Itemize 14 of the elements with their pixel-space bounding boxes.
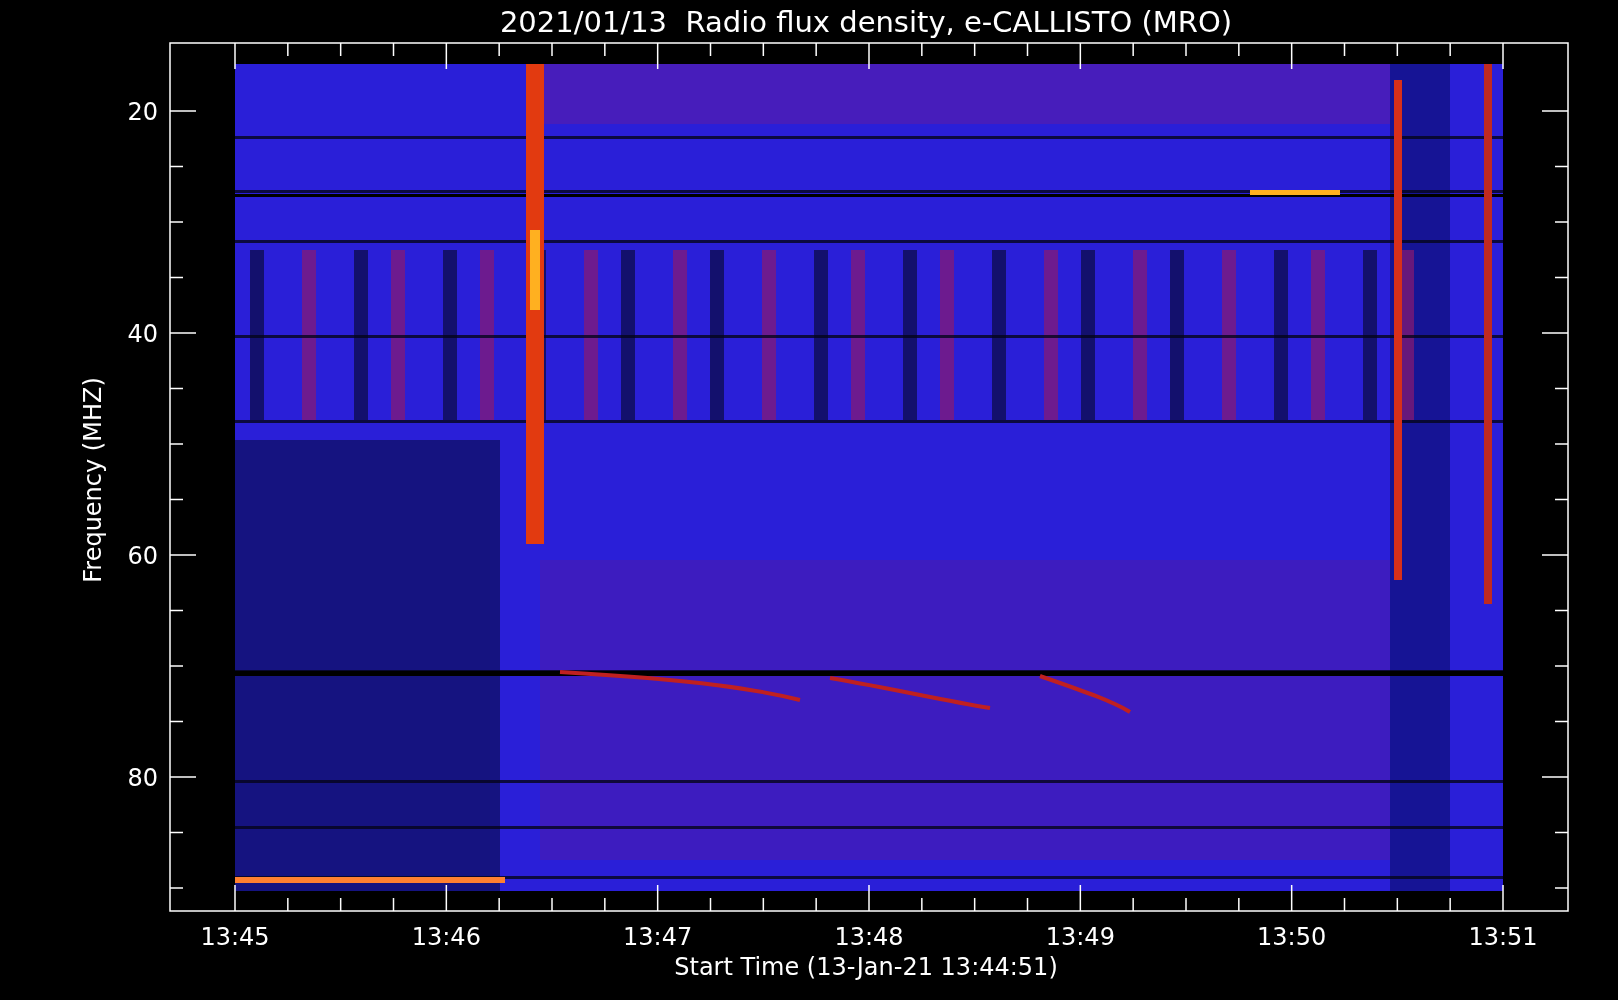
x-tick-label: 13:48 [834,923,904,951]
y-tick-label: 80 [127,764,158,792]
x-tick-label: 13:46 [411,923,481,951]
y-axis-label: Frequency (MHZ) [79,377,107,583]
y-tick-label: 20 [127,98,158,126]
x-tick-label: 13:50 [1257,923,1327,951]
y-tick-label: 40 [127,320,158,348]
x-tick-label: 13:45 [200,923,270,951]
x-tick-label: 13:51 [1468,923,1538,951]
x-tick-label: 13:47 [623,923,693,951]
x-axis-label: Start Time (13-Jan-21 13:44:51) [674,953,1058,981]
y-tick-label: 60 [127,542,158,570]
x-tick-label: 13:49 [1045,923,1115,951]
chart-title: 2021/01/13 Radio flux density, e-CALLISTO (MRO) [499,5,1233,39]
